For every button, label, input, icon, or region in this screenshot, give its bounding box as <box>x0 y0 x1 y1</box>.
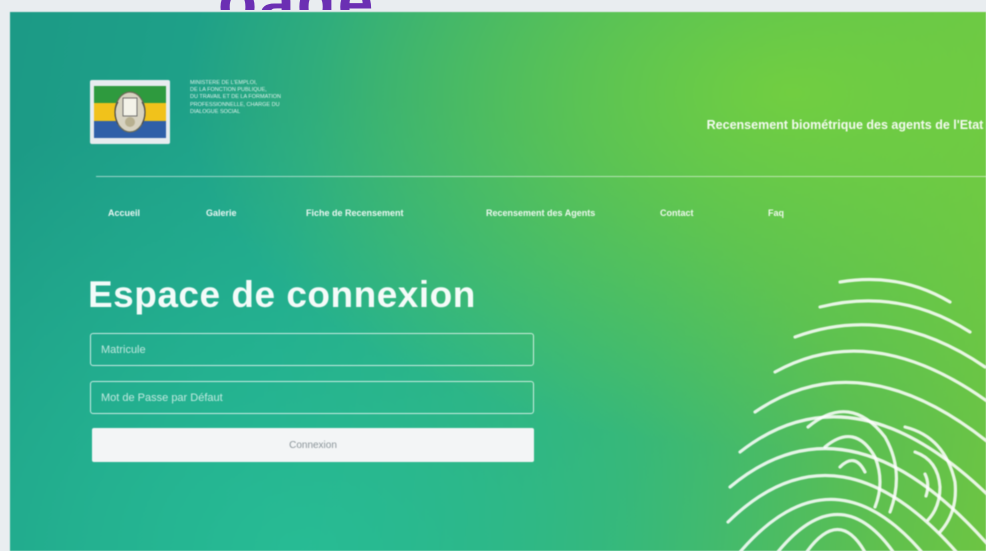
coat-of-arms-icon <box>114 91 146 133</box>
ministry-line: DE LA FONCTION PUBLIQUE, <box>190 87 267 94</box>
ministry-line: DIALOGUE SOCIAL <box>190 108 241 115</box>
header-divider <box>96 176 986 177</box>
connexion-button[interactable]: Connexion <box>92 428 534 462</box>
site-title: Recensement biométrique des agents de l'… <box>706 118 984 132</box>
login-title: Espace de connexion <box>88 274 476 315</box>
nav-item-faq[interactable]: Faq <box>768 208 784 218</box>
main-nav: Accueil Galerie Fiche de Recensement Rec… <box>10 208 986 228</box>
fingerprint-icon <box>726 277 986 551</box>
matricule-input[interactable] <box>90 333 534 366</box>
cropped-heading-fragment: oage <box>218 0 375 10</box>
ministry-line: MINISTERE DE L'EMPLOI, <box>190 80 258 86</box>
ministry-name: MINISTERE DE L'EMPLOI, DE LA FONCTION PU… <box>190 80 350 116</box>
ministry-logo[interactable] <box>90 80 170 144</box>
nav-item-contact[interactable]: Contact <box>660 208 694 218</box>
nav-item-recensement-agents[interactable]: Recensement des Agents <box>486 208 595 218</box>
ministry-line: DU TRAVAIL ET DE LA FORMATION <box>190 94 281 101</box>
nav-item-accueil[interactable]: Accueil <box>108 208 140 218</box>
nav-item-fiche-recensement[interactable]: Fiche de Recensement <box>306 208 404 218</box>
password-input[interactable] <box>90 381 534 414</box>
login-page: MINISTERE DE L'EMPLOI, DE LA FONCTION PU… <box>10 12 986 551</box>
ministry-line: PROFESSIONNELLE, CHARGE DU <box>190 101 280 108</box>
nav-item-galerie[interactable]: Galerie <box>206 208 237 218</box>
